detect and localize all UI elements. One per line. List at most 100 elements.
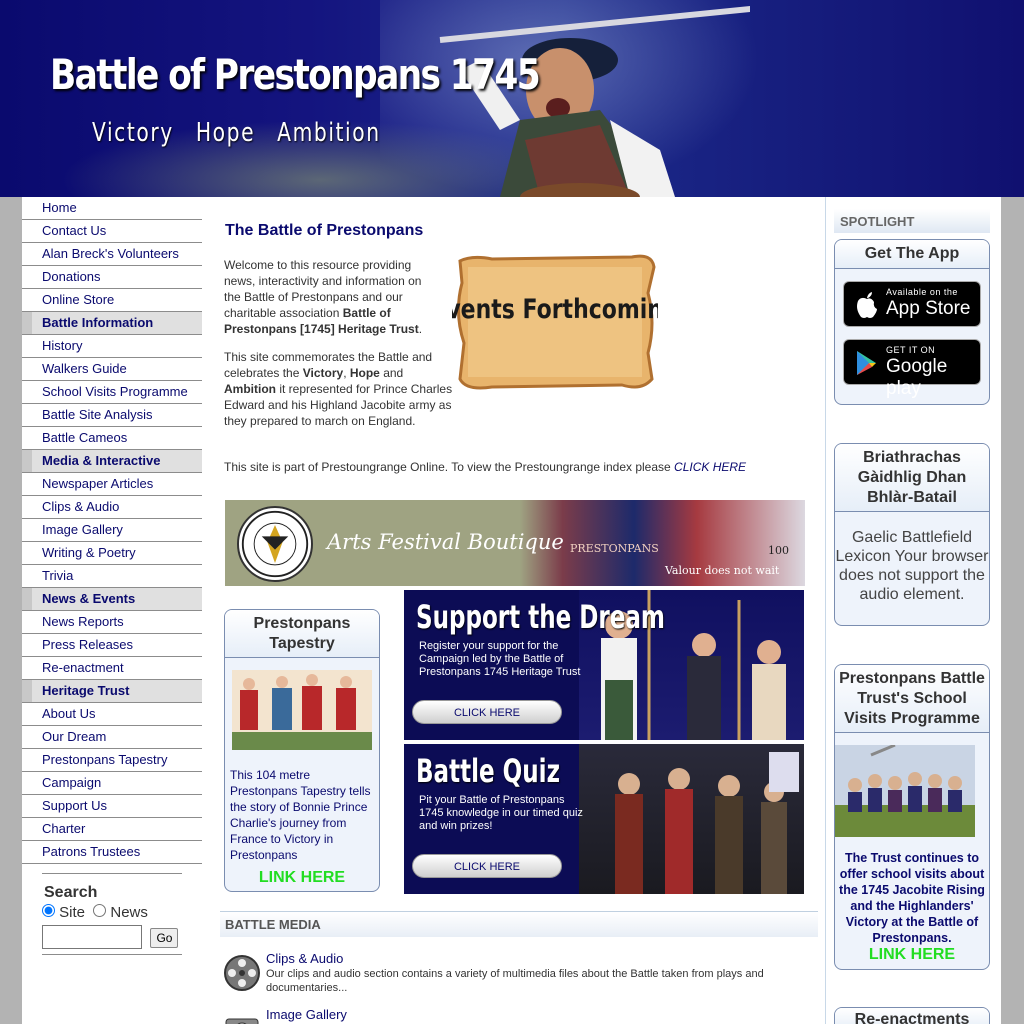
tapestry-link[interactable]: LINK HERE xyxy=(225,869,379,887)
page-body: Home Contact Us Alan Breck's Volunteers Don… xyxy=(22,197,1001,1024)
search-go-button[interactable]: Go xyxy=(150,927,179,948)
intro1-text: Welcome to this resource providing news,… xyxy=(224,258,422,320)
prestoungrange-index-link[interactable]: CLICK HERE xyxy=(674,460,746,474)
intro-paragraph-1: Welcome to this resource providing news,… xyxy=(224,257,440,337)
app-store-small-text: Available on the xyxy=(886,287,958,297)
word-ambition: Ambition xyxy=(224,382,276,396)
nav-item-news-events[interactable]: News & Events xyxy=(22,588,202,611)
nav-item-clips-audio[interactable]: Clips & Audio xyxy=(22,496,202,519)
search-options: Site News xyxy=(42,904,182,921)
reenactments-box: Re-enactments xyxy=(834,1007,990,1024)
boutique-slogan: Valour does not wait xyxy=(665,564,780,577)
tapestry-image[interactable] xyxy=(232,670,372,750)
school-visit-photo[interactable] xyxy=(835,743,975,837)
nav-item-contact-us[interactable]: Contact Us xyxy=(22,220,202,243)
site-radio[interactable] xyxy=(42,904,55,917)
get-the-app-title: Get The App xyxy=(835,240,989,269)
boutique-number: 100 xyxy=(768,544,789,557)
nav-item-image-gallery[interactable]: Image Gallery xyxy=(22,519,202,542)
nav-item-donations[interactable]: Donations xyxy=(22,266,202,289)
nav-item-campaign[interactable]: Campaign xyxy=(22,772,202,795)
nav-item-trivia[interactable]: Trivia xyxy=(22,565,202,588)
google-play-small-text: GET IT ON xyxy=(886,345,936,355)
support-title: Support the Dream xyxy=(416,598,665,636)
nav-item-battle-cameos[interactable]: Battle Cameos xyxy=(22,427,202,450)
nav-item-battle-information[interactable]: Battle Information xyxy=(22,312,202,335)
search-option-news[interactable]: News xyxy=(93,904,148,921)
get-the-app-box: Get The App Available on the App Store G… xyxy=(834,239,990,405)
gaelic-lexicon-title: Briathrachas Gàidhlig Dhan Bhlàr-Batail xyxy=(835,444,989,512)
media-item-description: Our clips and audio section contains a v… xyxy=(266,968,764,994)
site-title[interactable]: Battle of Prestonpans 1745 xyxy=(50,50,541,99)
tapestry-panel: Prestonpans Tapestry This 104 metre Pres… xyxy=(224,609,380,892)
scroll-label: Events Forthcoming xyxy=(452,293,658,325)
search-heading: Search xyxy=(44,884,98,901)
nav-item-home[interactable]: Home xyxy=(22,197,202,220)
nav-item-walkers-guide[interactable]: Walkers Guide xyxy=(22,358,202,381)
search-divider xyxy=(42,954,182,955)
nav-item-our-dream[interactable]: Our Dream xyxy=(22,726,202,749)
media-item-title[interactable]: Clips & Audio xyxy=(266,951,343,966)
school-visits-title: Prestonpans Battle Trust's School Visits… xyxy=(835,665,989,733)
search-option-site[interactable]: Site xyxy=(42,904,85,921)
school-visits-link[interactable]: LINK HERE xyxy=(835,946,989,964)
intro-paragraph-3: This site is part of Prestoungrange Onli… xyxy=(224,459,804,475)
intro2-and: and xyxy=(379,366,404,380)
nav-item-about-us[interactable]: About Us xyxy=(22,703,202,726)
site-header: Battle of Prestonpans 1745 Victory Hope … xyxy=(0,0,1024,197)
apple-icon xyxy=(857,292,877,318)
nav-item-battle-site-analysis[interactable]: Battle Site Analysis xyxy=(22,404,202,427)
film-reel-icon xyxy=(224,955,260,991)
news-radio-label: News xyxy=(110,904,148,921)
gaelic-lexicon-box: Briathrachas Gàidhlig Dhan Bhlàr-Batail … xyxy=(834,443,990,626)
nav-item-newspaper-articles[interactable]: Newspaper Articles xyxy=(22,473,202,496)
google-play-badge[interactable]: GET IT ON Google play xyxy=(843,339,981,399)
nav-item-prestonpans-tapestry[interactable]: Prestonpans Tapestry xyxy=(22,749,202,772)
nav-item-patrons-trustees[interactable]: Patrons Trustees xyxy=(22,841,202,864)
boutique-title: Arts Festival Boutique xyxy=(327,530,564,554)
nav-item-online-store[interactable]: Online Store xyxy=(22,289,202,312)
tapestry-title: Prestonpans Tapestry xyxy=(225,610,379,658)
media-item-title[interactable]: Image Gallery xyxy=(266,1007,347,1022)
camera-icon xyxy=(225,1018,259,1024)
news-radio[interactable] xyxy=(93,904,107,917)
quiz-title: Battle Quiz xyxy=(416,752,560,790)
intro-paragraph-2: This site commemorates the Battle and ce… xyxy=(224,349,456,429)
battle-quiz-banner[interactable]: Battle Quiz Pit your Battle of Prestonpa… xyxy=(404,744,804,894)
app-store-big-text: App Store xyxy=(886,298,971,319)
school-visits-text: The Trust continues to offer school visi… xyxy=(839,851,985,945)
site-radio-label: Site xyxy=(59,904,86,921)
support-the-dream-banner[interactable]: Support the Dream Register your support … xyxy=(404,590,804,740)
spotlight-heading: SPOTLIGHT xyxy=(834,209,990,233)
battle-media-heading: BATTLE MEDIA xyxy=(220,911,818,937)
nav-item-writing-poetry[interactable]: Writing & Poetry xyxy=(22,542,202,565)
nav-item-charter[interactable]: Charter xyxy=(22,818,202,841)
nav-item-press-releases[interactable]: Press Releases xyxy=(22,634,202,657)
nav-item-re-enactment[interactable]: Re-enactment xyxy=(22,657,202,680)
arts-festival-society-logo xyxy=(237,506,313,582)
search-box: Search Site News Go xyxy=(42,873,182,949)
support-click-here-button[interactable]: CLICK HERE xyxy=(412,700,562,724)
nav-item-media-interactive[interactable]: Media & Interactive xyxy=(22,450,202,473)
tapestry-description: This 104 metre Prestonpans Tapestry tell… xyxy=(230,768,371,862)
nav-item-support-us[interactable]: Support Us xyxy=(22,795,202,818)
nav-item-history[interactable]: History xyxy=(22,335,202,358)
arts-festival-boutique-banner[interactable]: Arts Festival Boutique PRESTONPANS 100 V… xyxy=(225,500,805,586)
events-forthcoming-scroll[interactable]: Events Forthcoming xyxy=(452,253,658,391)
google-play-big-text: Google play xyxy=(886,356,948,399)
word-hope: Hope xyxy=(349,366,380,380)
site-tagline: Victory Hope Ambition xyxy=(92,118,381,148)
quiz-click-here-button[interactable]: CLICK HERE xyxy=(412,854,562,878)
search-input[interactable] xyxy=(42,925,142,949)
intro3-text: This site is part of Prestoungrange Onli… xyxy=(224,460,675,474)
nav-item-heritage-trust[interactable]: Heritage Trust xyxy=(22,680,202,703)
nav-item-school-visits-programme[interactable]: School Visits Programme xyxy=(22,381,202,404)
intro1-end: . xyxy=(418,322,423,336)
nav-item-alan-breck-s-volunteers[interactable]: Alan Breck's Volunteers xyxy=(22,243,202,266)
left-navigation: Home Contact Us Alan Breck's Volunteers Don… xyxy=(22,197,202,864)
word-victory: Victory xyxy=(302,366,344,380)
nav-item-news-reports[interactable]: News Reports xyxy=(22,611,202,634)
intro2-comma: , xyxy=(343,366,350,380)
right-sidebar: SPOTLIGHT Get The App Available on the A… xyxy=(825,197,1001,1024)
app-store-badge[interactable]: Available on the App Store xyxy=(843,281,981,327)
